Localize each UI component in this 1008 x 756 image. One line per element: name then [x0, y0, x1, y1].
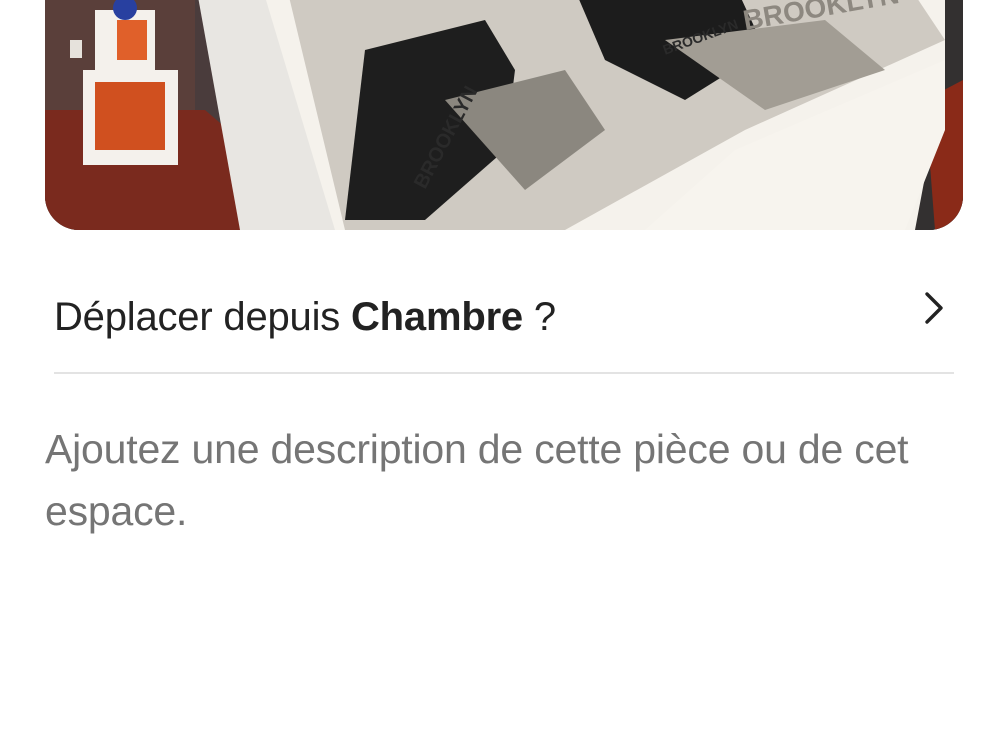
- room-photo-image: BROOKLYN BROOKLYN BROOKLYN: [45, 0, 963, 230]
- move-prefix-text: Déplacer depuis: [54, 294, 341, 339]
- room-description-input[interactable]: [45, 418, 965, 542]
- room-photo[interactable]: BROOKLYN BROOKLYN BROOKLYN: [45, 0, 963, 230]
- chevron-right-icon[interactable]: [914, 288, 954, 328]
- move-from-room-label: Déplacer depuis Chambre ?: [54, 295, 556, 340]
- current-room-name: Chambre: [351, 294, 523, 339]
- move-from-room-row[interactable]: Déplacer depuis Chambre ?: [54, 262, 954, 374]
- move-suffix-text: ?: [533, 294, 556, 339]
